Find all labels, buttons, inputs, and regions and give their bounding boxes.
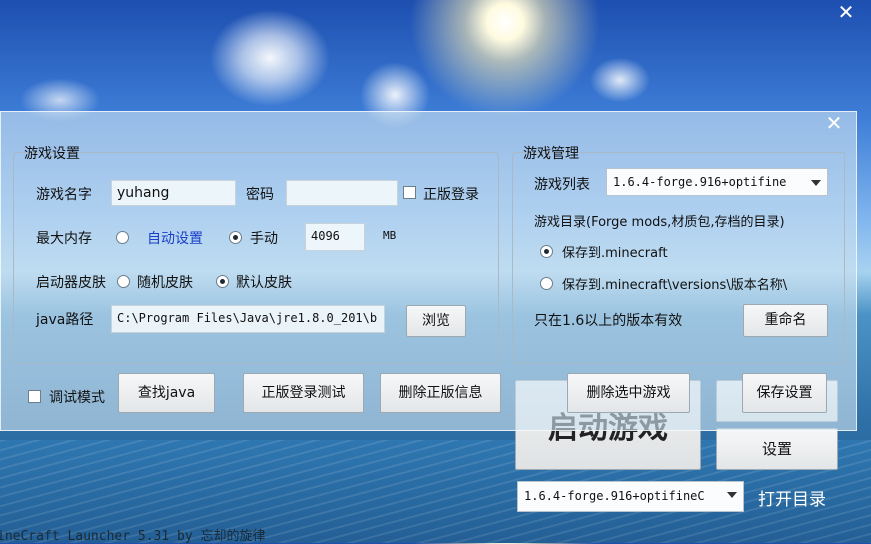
- auto-memory-label[interactable]: 自动设置: [147, 228, 203, 248]
- version-note: 只在1.6以上的版本有效: [534, 313, 683, 329]
- game-settings-title: 游戏设置: [24, 146, 80, 162]
- random-skin-radio[interactable]: [117, 275, 130, 288]
- chevron-down-icon: [811, 180, 821, 186]
- name-input[interactable]: yuhang: [111, 180, 236, 206]
- auto-memory-radio[interactable]: [116, 231, 129, 244]
- close-outer-icon[interactable]: ✕: [833, 1, 859, 23]
- skin-label: 启动器皮肤: [36, 275, 106, 291]
- browse-button[interactable]: 浏览: [406, 305, 466, 337]
- java-path-input[interactable]: C:\Program Files\Java\jre1.8.0_201\b: [111, 305, 385, 333]
- game-list-label: 游戏列表: [534, 177, 590, 193]
- password-input[interactable]: [286, 180, 398, 206]
- memory-unit: MB: [383, 229, 397, 242]
- test-login-button[interactable]: 正版登录测试: [243, 373, 364, 413]
- settings-panel: ✕ 游戏设置 游戏名字 yuhang 密码 正版登录 最大内存 自动设置 手动 …: [0, 111, 857, 431]
- version-select-value: 1.6.4-forge.916+optifineC: [524, 489, 705, 503]
- memory-input[interactable]: 4096: [305, 223, 365, 251]
- save-minecraft-radio[interactable]: [540, 245, 553, 258]
- debug-mode-checkbox[interactable]: [28, 390, 41, 403]
- version-select[interactable]: 1.6.4-forge.916+optifineC: [517, 481, 744, 512]
- delete-genuine-button[interactable]: 删除正版信息: [380, 373, 501, 413]
- manual-memory-label: 手动: [250, 231, 278, 247]
- random-skin-label: 随机皮肤: [137, 275, 193, 291]
- close-panel-icon[interactable]: ✕: [821, 112, 847, 134]
- java-path-label: java路径: [36, 312, 94, 328]
- game-dir-label: 游戏目录(Forge mods,材质包,存档的目录): [534, 215, 785, 230]
- save-settings-button[interactable]: 保存设置: [742, 373, 827, 413]
- default-skin-label: 默认皮肤: [236, 275, 292, 291]
- game-settings-group: 游戏设置 游戏名字 yuhang 密码 正版登录 最大内存 自动设置 手动 40…: [13, 146, 499, 364]
- game-list-value: 1.6.4-forge.916+optifine: [613, 175, 787, 189]
- game-list-select[interactable]: 1.6.4-forge.916+optifine: [606, 168, 828, 196]
- find-java-button[interactable]: 查找java: [118, 373, 215, 413]
- open-dir-link[interactable]: 打开目录: [758, 485, 826, 510]
- password-label: 密码: [246, 187, 274, 203]
- debug-mode-label: 调试模式: [49, 390, 105, 406]
- memory-label: 最大内存: [36, 231, 92, 247]
- rename-button[interactable]: 重命名: [743, 304, 828, 337]
- game-management-group: 游戏管理 游戏列表 1.6.4-forge.916+optifine 游戏目录(…: [512, 146, 845, 364]
- game-management-title: 游戏管理: [523, 146, 579, 162]
- footer-credit: ineCraft Launcher 5.31 by 忘却的旋律: [0, 529, 266, 544]
- save-versions-radio[interactable]: [540, 277, 553, 290]
- save-versions-label: 保存到.minecraft\versions\版本名称\: [562, 278, 788, 293]
- name-label: 游戏名字: [36, 187, 92, 203]
- delete-selected-game-button[interactable]: 删除选中游戏: [567, 373, 690, 413]
- settings-button[interactable]: 设置: [716, 428, 838, 470]
- chevron-down-icon: [727, 492, 737, 498]
- genuine-login-checkbox[interactable]: [403, 186, 416, 199]
- manual-memory-radio[interactable]: [229, 231, 242, 244]
- default-skin-radio[interactable]: [216, 275, 229, 288]
- genuine-login-label: 正版登录: [423, 187, 479, 203]
- save-minecraft-label: 保存到.minecraft: [562, 246, 668, 261]
